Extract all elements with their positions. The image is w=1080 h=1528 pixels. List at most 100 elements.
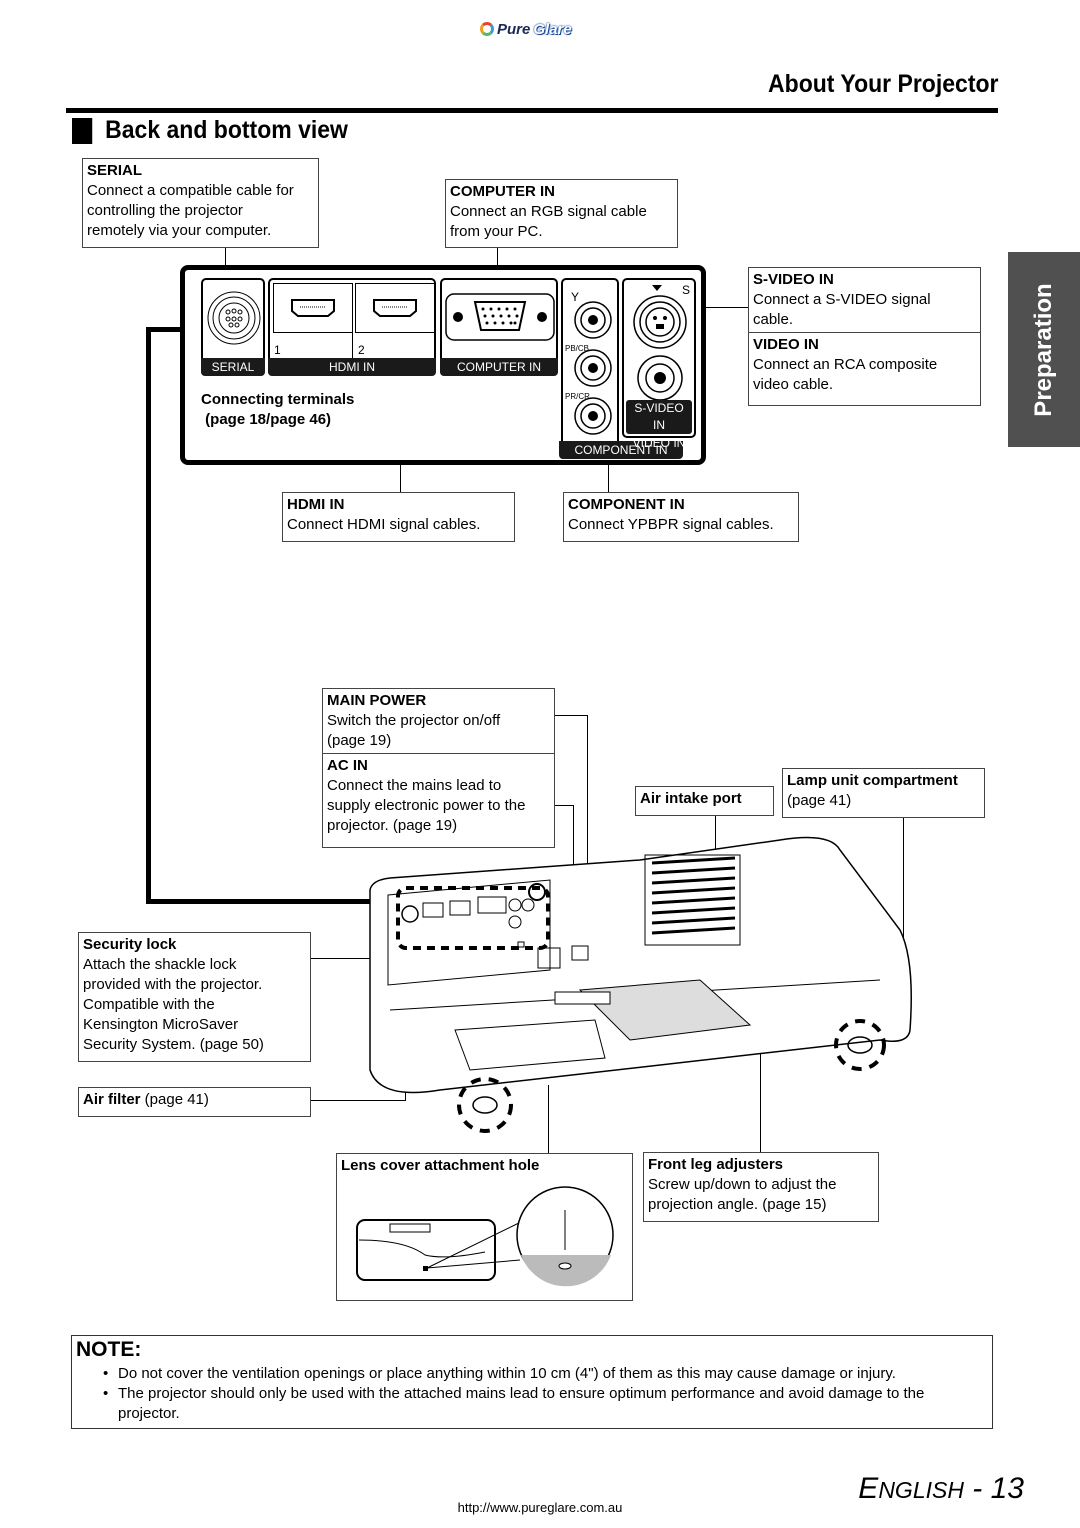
callout-security-lock-line: Security System. (page 50): [83, 1036, 264, 1053]
callout-lamp-unit-line: (page 41): [787, 792, 852, 809]
serial-port-label: SERIAL: [201, 358, 265, 376]
vga-connector-icon: [445, 293, 555, 341]
callout-svideo-in-line: cable.: [753, 311, 794, 328]
thick-connector-top: [146, 327, 184, 332]
computer-port: COMPUTER IN: [440, 278, 558, 376]
leader-line-ac-in-h: [554, 805, 574, 806]
callout-air-filter: Air filter (page 41): [78, 1087, 311, 1117]
pureglare-logo: Pure Glare: [480, 18, 600, 40]
logo-text-pure: Pure: [497, 20, 531, 38]
callout-security-lock-line: Attach the shackle lock: [83, 956, 237, 973]
projector-illustration: [369, 836, 912, 1133]
thick-connector-vertical: [146, 327, 151, 904]
callout-serial: SERIAL Connect a compatible cable for co…: [82, 158, 319, 248]
hdmi-connector-icon: [373, 299, 417, 317]
front-leg-left-icon: [472, 1096, 498, 1114]
callout-main-power-title: MAIN POWER: [327, 692, 427, 709]
connecting-terminals-note: Connecting terminals (page 18/page 46): [201, 390, 354, 430]
callout-security-lock-line: Kensington MicroSaver: [83, 1016, 239, 1033]
callout-component-in: COMPONENT IN Connect YPBPR signal cables…: [563, 492, 799, 542]
leader-line-main-power-h: [554, 715, 588, 716]
callout-divider: [323, 753, 554, 754]
callout-component-in-line: Connect YPBPR signal cables.: [568, 516, 774, 533]
leader-line-svideo: [706, 307, 750, 308]
side-tab-label: Preparation: [1030, 282, 1057, 417]
hdmi-ports: 1 2 HDMI IN: [268, 278, 436, 376]
hdmi-port-label: HDMI IN: [268, 358, 436, 376]
header-rule: [66, 108, 998, 113]
callout-security-lock-line: Compatible with the: [83, 996, 215, 1013]
hole-icon: [558, 1262, 572, 1270]
section-marker-icon: [72, 117, 93, 144]
callout-main-power-line: Switch the projector on/off: [327, 712, 501, 729]
component-ports: Y PB/CB PR/CR: [561, 278, 619, 448]
callout-front-leg-title: Front leg adjusters: [648, 1156, 784, 1173]
callout-lamp-unit-title: Lamp unit compartment: [787, 772, 958, 789]
note-box: NOTE: Do not cover the ventilation openi…: [71, 1335, 993, 1429]
callout-front-leg: Front leg adjusters Screw up/down to adj…: [643, 1152, 879, 1222]
callout-hdmi-in: HDMI IN Connect HDMI signal cables.: [282, 492, 515, 542]
svideo-video-label: S-VIDEO IN VIDEO IN: [626, 400, 692, 450]
callout-serial-title: SERIAL: [87, 162, 143, 179]
hdmi-divider: [352, 283, 353, 359]
callout-svideo-in-line: Connect a S-VIDEO signal: [753, 291, 931, 308]
callout-ac-in-line: supply electronic power to the: [327, 797, 526, 814]
footer-url[interactable]: http://www.pureglare.com.au: [0, 1500, 1080, 1515]
callout-video-in-line: video cable.: [753, 376, 834, 393]
side-tab-preparation: Preparation: [1008, 252, 1080, 447]
callout-computer-in-line: Connect an RGB signal cable: [450, 203, 647, 220]
rca-pr-icon: [574, 397, 612, 435]
svideo-label: S-VIDEO IN: [630, 400, 688, 435]
logo-text-glare: Glare: [533, 20, 572, 38]
zoom-surface: [521, 1255, 611, 1287]
callout-computer-in-title: COMPUTER IN: [450, 183, 555, 200]
hdmi-2-bay: [355, 283, 435, 333]
note-list: Do not cover the ventilation openings or…: [100, 1364, 985, 1424]
callout-ac-in-title: AC IN: [327, 757, 368, 774]
projector-body: [369, 836, 912, 1094]
rca-video-icon: [637, 355, 683, 401]
callout-serial-line: controlling the projector: [87, 202, 243, 219]
subsection-title-text: Back and bottom view: [105, 116, 348, 144]
callout-serial-line: Connect a compatible cable for: [87, 182, 294, 199]
pureglare-logo-icon: [480, 22, 494, 36]
serial-port: SERIAL: [201, 278, 265, 376]
note-title: NOTE:: [76, 1338, 142, 1361]
svideo-video-ports: S S-VIDEO IN VIDEO IN: [622, 278, 696, 450]
hdmi-2-label: 2: [358, 343, 365, 357]
callout-air-filter-page: (page 41): [140, 1091, 209, 1108]
callout-svideo-video: S-VIDEO IN Connect a S-VIDEO signal cabl…: [748, 267, 981, 406]
hdmi-1-bay: [273, 283, 353, 333]
callout-hdmi-in-line: Connect HDMI signal cables.: [287, 516, 481, 533]
callout-ac-in-line: Connect the mains lead to: [327, 777, 502, 794]
callout-security-lock-title: Security lock: [83, 936, 177, 953]
hdmi-connector-icon: [291, 299, 335, 317]
video-label: VIDEO IN: [632, 436, 686, 450]
callout-air-intake: Air intake port: [635, 786, 774, 816]
callout-front-leg-line: projection angle. (page 15): [648, 1196, 827, 1213]
note-item: Do not cover the ventilation openings or…: [100, 1364, 985, 1384]
callout-video-in-line: Connect an RCA composite: [753, 356, 938, 373]
callout-security-lock: Security lock Attach the shackle lock pr…: [78, 932, 311, 1062]
callout-main-power-line: (page 19): [327, 732, 392, 749]
callout-main-power-ac-in: MAIN POWER Switch the projector on/off (…: [322, 688, 555, 848]
section-title: About Your Projector: [767, 70, 998, 98]
callout-divider: [749, 332, 980, 333]
callout-serial-line: remotely via your computer.: [87, 222, 272, 239]
computer-port-label: COMPUTER IN: [440, 358, 558, 376]
hdmi-1-label: 1: [274, 343, 281, 357]
terminal-panel: SERIAL 1 2 HDMI IN COMPUTER IN Y PB/CB P…: [180, 265, 706, 465]
lens-cover-illustration: [356, 1186, 614, 1287]
callout-computer-in: COMPUTER IN Connect an RGB signal cable …: [445, 179, 678, 248]
callout-component-in-title: COMPONENT IN: [568, 496, 685, 513]
rca-y-icon: [574, 301, 612, 339]
callout-air-filter-title: Air filter: [83, 1091, 141, 1108]
callout-lens-cover-title: Lens cover attachment hole: [341, 1157, 540, 1174]
svideo-connector-icon: [633, 295, 687, 349]
serial-connector-icon: [207, 291, 261, 345]
connecting-terminals-title: Connecting terminals: [201, 391, 355, 408]
callout-front-leg-line: Screw up/down to adjust the: [648, 1176, 837, 1193]
callout-hdmi-in-title: HDMI IN: [287, 496, 345, 513]
attachment-hole-icon: [423, 1266, 428, 1271]
rca-pb-icon: [574, 349, 612, 387]
